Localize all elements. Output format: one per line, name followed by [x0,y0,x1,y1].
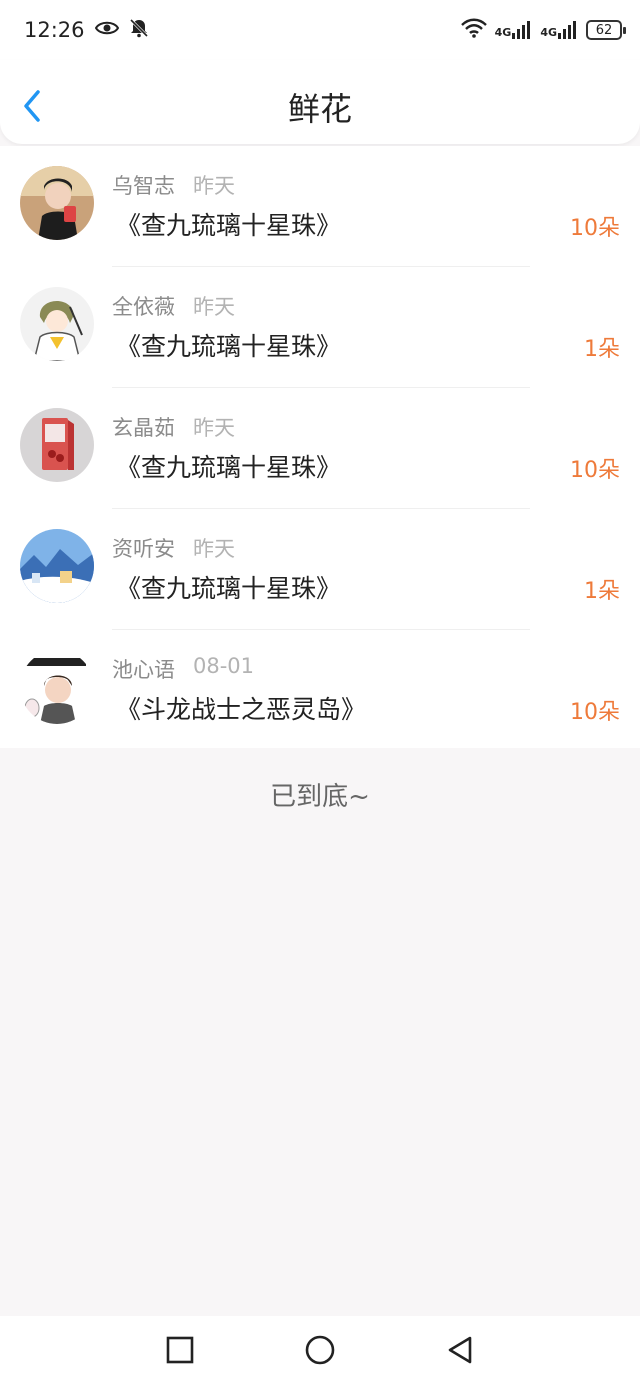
signal-1: 4G [495,21,533,39]
battery-indicator: 62 [586,20,626,40]
book-title: 《查九琉璃十星珠》 [116,574,342,603]
bell-off-icon [129,18,149,43]
user-name: 乌智志 [112,174,175,198]
avatar [20,166,94,240]
timestamp: 08-01 [193,654,255,678]
list-item[interactable]: 全依薇 昨天 《查九琉璃十星珠》 1朵 [0,267,640,388]
avatar [20,287,94,361]
eye-icon [94,18,119,42]
system-back-button[interactable] [444,1336,476,1368]
wifi-icon [460,18,487,42]
book-title: 《查九琉璃十星珠》 [116,332,342,361]
list-item[interactable]: 玄晶茹 昨天 《查九琉璃十星珠》 10朵 [0,388,640,509]
recents-button[interactable] [164,1336,196,1368]
circle-nav-icon [304,1334,336,1370]
flower-count: 10朵 [570,216,620,241]
timestamp: 昨天 [193,537,235,561]
user-name: 全依薇 [112,295,175,319]
user-name: 资听安 [112,537,175,561]
end-of-list-text: 已到底~ [270,782,370,812]
book-title: 《查九琉璃十星珠》 [116,211,342,240]
list-item[interactable]: 池心语 08-01 《斗龙战士之恶灵岛》 10朵 [0,630,640,751]
signal-2: 4G [540,21,578,39]
user-name: 池心语 [112,658,175,682]
timestamp: 昨天 [193,295,235,319]
book-title: 《斗龙战士之恶灵岛》 [116,695,367,724]
flower-count: 10朵 [570,458,620,483]
timestamp: 昨天 [193,174,235,198]
status-bar: 12:26 4G 4G 62 [0,0,640,60]
page-title: 鲜花 [287,90,352,128]
list-item[interactable]: 乌智志 昨天 《查九琉璃十星珠》 10朵 [0,146,640,267]
avatar [20,650,94,724]
timestamp: 昨天 [193,416,235,440]
book-title: 《查九琉璃十星珠》 [116,453,342,482]
status-time: 12:26 [24,18,85,42]
avatar [20,408,94,482]
flower-count: 1朵 [584,337,620,362]
list-item[interactable]: 资听安 昨天 《查九琉璃十星珠》 1朵 [0,509,640,630]
triangle-back-nav-icon [446,1335,474,1369]
flower-count: 10朵 [570,700,620,725]
title-bar: 鲜花 [0,60,640,144]
system-nav-bar [0,1316,640,1387]
flower-count: 1朵 [584,579,620,604]
square-nav-icon [166,1336,194,1368]
home-button[interactable] [304,1334,336,1370]
avatar [20,529,94,603]
flower-list: 乌智志 昨天 《查九琉璃十星珠》 10朵 全依薇 昨天 《查九琉璃十星珠》 1朵 [0,146,640,748]
user-name: 玄晶茹 [112,416,175,440]
